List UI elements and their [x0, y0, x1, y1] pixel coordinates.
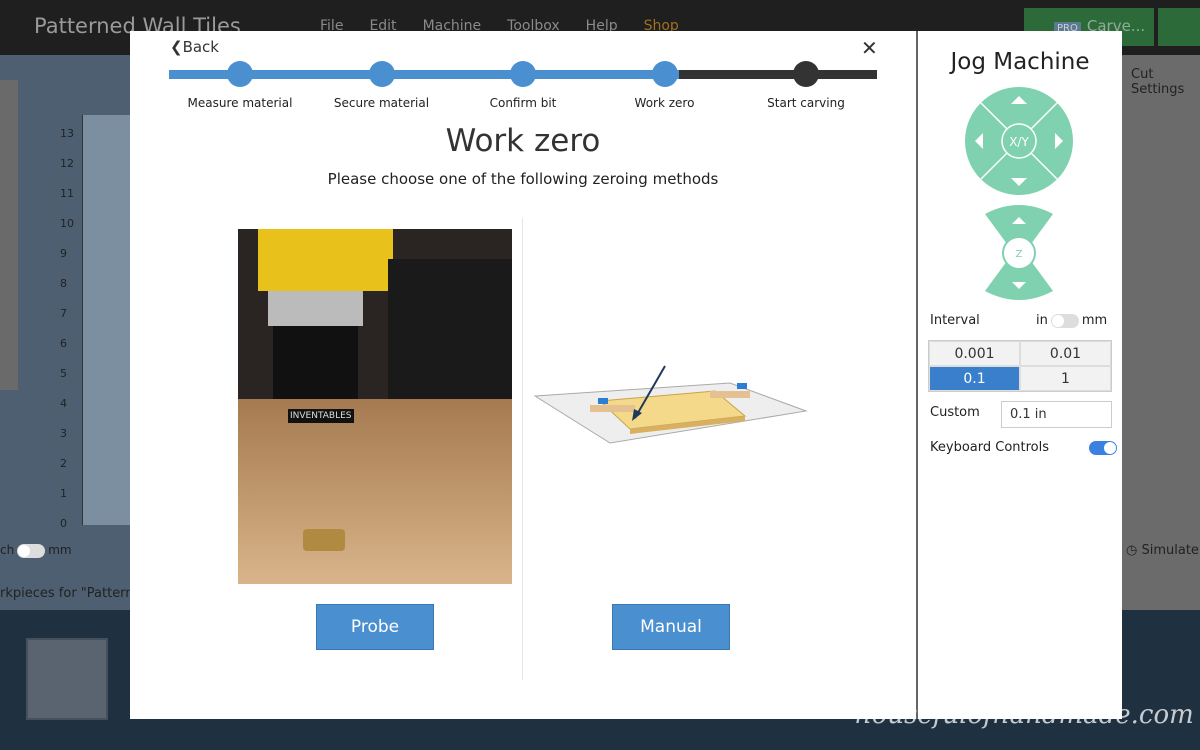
- step-dot: [227, 61, 253, 87]
- ruler-tick: 6: [60, 337, 67, 350]
- step-dot: [368, 61, 395, 87]
- unit-mm: mm: [1081, 313, 1108, 328]
- unit-in: in: [1036, 313, 1048, 328]
- jog-title: Jog Machine: [950, 49, 1090, 75]
- unit-switch[interactable]: [17, 543, 46, 558]
- in-mm-switch[interactable]: [1050, 313, 1079, 328]
- simulate-label: Simulate: [1141, 543, 1199, 558]
- ruler-tick: 7: [60, 307, 67, 320]
- step-dot: [651, 61, 678, 87]
- step-label: Work zero: [634, 96, 695, 110]
- step-label: Secure material: [333, 96, 430, 110]
- step-secure-material: Secure material: [312, 31, 452, 110]
- workpieces-label: rkpieces for "Pattern: [0, 586, 134, 601]
- step-dot: [793, 61, 819, 87]
- ruler-tick: 10: [60, 217, 74, 230]
- clock-icon: ◷: [1126, 543, 1142, 558]
- step-dot: [510, 61, 536, 87]
- keyboard-controls-label: Keyboard Controls: [930, 440, 1050, 455]
- ruler-tick: 2: [60, 457, 67, 470]
- ruler-tick: 3: [60, 427, 67, 440]
- probe-button[interactable]: Probe: [316, 604, 434, 650]
- xy-label: X/Y: [1009, 135, 1029, 149]
- interval-grid: 0.001 0.01 0.1 1: [928, 340, 1112, 392]
- ruler-tick: 0: [60, 517, 67, 530]
- jog-machine-panel: Jog Machine X/Y Z Interval in mm 0.001 0.0…: [918, 31, 1122, 719]
- keyboard-controls-toggle[interactable]: [1089, 441, 1117, 455]
- page-title: Work zero: [445, 123, 601, 159]
- step-work-zero: Work zero: [595, 31, 735, 110]
- divider: [522, 218, 523, 680]
- unit-left: ch: [0, 543, 15, 557]
- workpiece-thumbnail[interactable]: [26, 638, 108, 720]
- canvas-grid: [82, 115, 130, 525]
- unit-toggle[interactable]: ch mm: [0, 543, 72, 558]
- probe-photo: INVENTABLES: [238, 229, 512, 584]
- interval-option[interactable]: 0.1: [929, 366, 1020, 391]
- step-label: Confirm bit: [489, 96, 557, 110]
- shape-toolbar: [0, 80, 18, 390]
- manual-zero-illustration: [533, 365, 808, 444]
- step-label: Measure material: [187, 96, 293, 110]
- ruler-tick: 1: [60, 487, 67, 500]
- carve-wizard-dialog: ❮Back ✕ Measure material Secure material C…: [130, 31, 916, 719]
- carve-options-button[interactable]: [1158, 8, 1200, 46]
- brand-label: INVENTABLES: [288, 409, 354, 423]
- manual-button[interactable]: Manual: [612, 604, 730, 650]
- ruler-tick: 4: [60, 397, 67, 410]
- interval-label: Interval: [930, 313, 980, 328]
- cut-settings-tab[interactable]: Cut Settings: [1131, 67, 1200, 97]
- simulate-button[interactable]: ◷ Simulate: [1126, 543, 1199, 558]
- step-confirm-bit: Confirm bit: [453, 31, 593, 110]
- step-label: Start carving: [767, 96, 845, 110]
- ruler-tick: 12: [60, 157, 74, 170]
- ruler-tick: 11: [60, 187, 74, 200]
- ruler-tick: 8: [60, 277, 67, 290]
- unit-right: mm: [48, 543, 72, 557]
- step-measure-material: Measure material: [170, 31, 310, 110]
- watermark-logo: housefulofhandmade.com: [855, 700, 1194, 730]
- ruler-tick: 13: [60, 127, 74, 140]
- interval-option[interactable]: 1: [1020, 366, 1111, 391]
- step-start-carving: Start carving: [736, 31, 876, 110]
- interval-option[interactable]: 0.01: [1020, 341, 1111, 366]
- interval-option[interactable]: 0.001: [929, 341, 1020, 366]
- z-label: Z: [1016, 249, 1023, 260]
- interval-unit-toggle[interactable]: in mm: [1036, 313, 1107, 328]
- custom-label: Custom: [930, 405, 980, 420]
- page-subtitle: Please choose one of the following zeroi…: [327, 170, 719, 188]
- jog-pad: X/Y Z: [965, 87, 1073, 300]
- ruler-tick: 9: [60, 247, 67, 260]
- ruler-tick: 5: [60, 367, 67, 380]
- custom-interval-input[interactable]: 0.1 in: [1001, 401, 1112, 428]
- preview-canvas: Cut Settings ◷ Simulate: [1122, 55, 1200, 610]
